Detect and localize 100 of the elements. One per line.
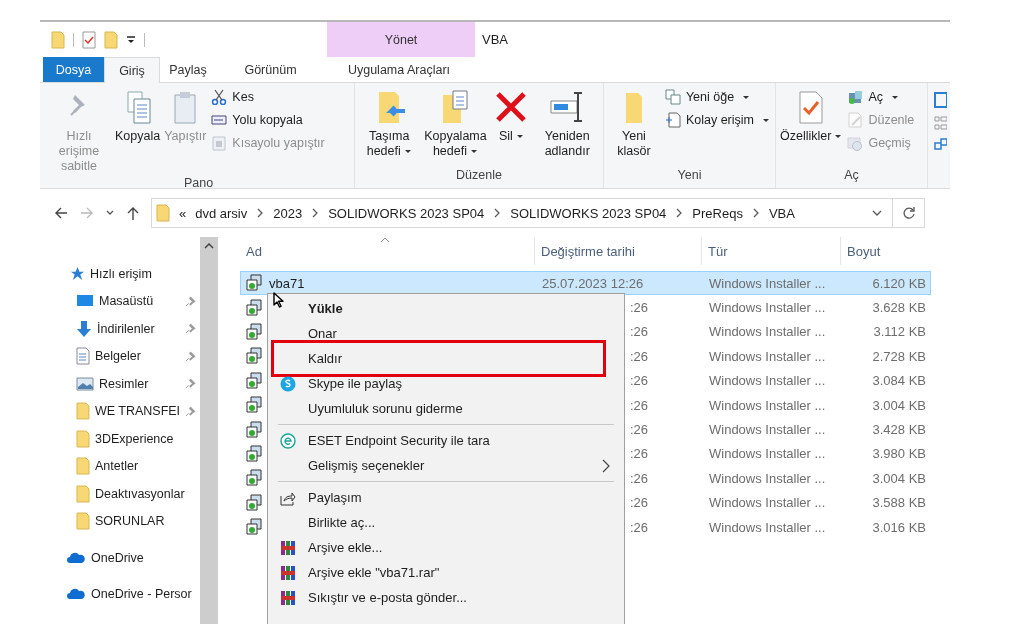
ribbon-tab[interactable]: Paylaş	[160, 57, 216, 82]
selected-file-row[interactable]: vba71 25.07.2023 12:26 Windows Installer ... 6.120 KB	[240, 271, 931, 296]
column-header[interactable]: Değiştirme tarihi	[535, 237, 702, 265]
nav-item[interactable]: Antetler	[95, 459, 200, 474]
breadcrumb[interactable]: dvd arsiv	[195, 205, 248, 221]
cloud-icon	[66, 551, 86, 564]
move-to-button[interactable]: Taşıma hedefi	[357, 87, 422, 161]
size-cell: 3.004 KB	[872, 397, 926, 413]
size-cell: 3.084 KB	[872, 373, 926, 389]
folder-icon	[156, 204, 170, 222]
size-cell: 3.628 KB	[872, 300, 926, 316]
cut-button[interactable]: Kes	[208, 87, 328, 107]
down-arrow-icon	[76, 319, 92, 338]
new-item-icon	[664, 89, 681, 105]
scroll-up-icon[interactable]	[204, 243, 214, 249]
nav-item[interactable]: Hızlı erişim	[90, 266, 152, 281]
new-item-button[interactable]: Yeni öğe	[661, 87, 773, 107]
type-cell: Windows Installer ...	[709, 397, 826, 413]
copy-to-button[interactable]: Kopyalama hedefi	[421, 87, 490, 161]
star-icon	[70, 266, 85, 282]
chevron-right-icon[interactable]	[493, 208, 502, 218]
size-cell: 6.120 KB	[872, 275, 926, 291]
menu-item[interactable]: Kaldır	[271, 340, 606, 377]
menu-item[interactable]: Arşive ekle...	[268, 535, 624, 560]
breadcrumb[interactable]: VBA	[768, 205, 795, 221]
address-bar[interactable]: « dvd arsiv 2023 SOLIDWORKS 2023 SP04 SOLIDWORKS 2023 SP04 PreReqs VBA	[151, 198, 925, 228]
rename-button[interactable]: Yeniden adlandır	[533, 87, 601, 161]
nav-item[interactable]: Resimler	[99, 376, 180, 391]
chevron-right-icon[interactable]	[256, 208, 265, 218]
ribbon-tab[interactable]: Görünüm	[216, 57, 325, 82]
column-header[interactable]: Tür	[702, 237, 841, 265]
type-cell: Windows Installer ...	[709, 470, 826, 486]
date-cell: :26	[630, 300, 649, 316]
nav-item[interactable]: OneDrive - Persor	[91, 587, 192, 602]
menu-item[interactable]: Yükle	[268, 296, 624, 321]
menu-item[interactable]: Birlikte aç...	[268, 510, 624, 535]
date-cell: :26	[630, 446, 649, 462]
open-icon	[847, 89, 864, 105]
installer-icon	[245, 347, 263, 366]
picture-icon	[76, 376, 94, 391]
ribbon-tab[interactable]: Dosya	[43, 57, 104, 82]
date-cell: :26	[630, 422, 649, 438]
customize-caret-icon[interactable]	[126, 34, 136, 45]
installer-icon	[245, 371, 263, 390]
breadcrumb[interactable]: SOLIDWORKS 2023 SP04	[510, 205, 667, 221]
breadcrumb[interactable]: 2023	[273, 205, 303, 221]
easy-access-button[interactable]: Kolay erişim	[661, 110, 773, 130]
open-button[interactable]: Aç	[844, 87, 918, 107]
type-cell: Windows Installer ...	[709, 422, 826, 438]
date-cell: 25.07.2023 12:26	[542, 275, 644, 291]
type-cell: Windows Installer ...	[709, 373, 826, 389]
back-icon[interactable]	[53, 205, 69, 221]
copy-path-button[interactable]: Yolu kopyala	[208, 110, 328, 130]
menu-item[interactable]: Arşive ekle "vba71.rar"	[268, 560, 624, 585]
nav-item[interactable]: WE TRANSFEI	[94, 404, 181, 419]
chevron-right-icon[interactable]	[311, 208, 320, 218]
nav-item[interactable]: Belgeler	[95, 349, 180, 364]
installer-icon	[245, 493, 263, 512]
chevron-right-icon[interactable]	[675, 208, 684, 218]
folder-icon	[76, 429, 90, 448]
menu-item[interactable]: Gelişmiş seçenekler	[268, 453, 624, 478]
column-header[interactable]: Boyut	[841, 237, 931, 265]
group-label: Aç	[843, 168, 860, 184]
refresh-icon[interactable]	[902, 206, 916, 220]
path-icon	[211, 112, 228, 128]
properties-icon[interactable]	[82, 30, 96, 49]
nav-item[interactable]: 3DExperience	[95, 431, 200, 446]
menu-item[interactable]: Uyumluluk sorunu giderme	[268, 396, 624, 421]
nav-item[interactable]: SORUNLAR	[95, 514, 200, 529]
nav-item[interactable]: Masaüstü	[99, 294, 180, 309]
folder-icon	[76, 512, 90, 531]
window-title: VBA	[482, 31, 508, 49]
column-header[interactable]: Ad	[240, 237, 535, 265]
installer-icon	[245, 469, 263, 488]
date-cell: :26	[630, 470, 649, 486]
group-label: Düzenle	[455, 168, 503, 184]
skype-icon	[280, 375, 296, 392]
chevron-right-icon[interactable]	[751, 208, 760, 218]
copy-button[interactable]: Kopyala	[113, 87, 163, 146]
delete-button[interactable]: Sil	[489, 87, 534, 146]
up-arrow-icon[interactable]	[125, 205, 141, 221]
date-cell: :26	[630, 348, 649, 364]
ribbon-tab[interactable]: Giriş	[104, 57, 160, 83]
overflow-crumb[interactable]: «	[179, 205, 187, 221]
breadcrumb[interactable]: SOLIDWORKS 2023 SP04	[328, 205, 485, 221]
installer-icon	[245, 274, 263, 293]
properties-button[interactable]: Özellikler	[778, 87, 845, 146]
nav-item[interactable]: OneDrive	[91, 550, 144, 565]
nav-item[interactable]: Deaktıvasyonlar	[95, 486, 200, 501]
sort-caret-icon	[380, 237, 390, 243]
type-cell: Windows Installer ...	[709, 446, 826, 462]
menu-item[interactable]: ESET Endpoint Security ile tara	[268, 428, 624, 453]
installer-icon	[245, 420, 263, 439]
group-label: Pano	[182, 176, 215, 190]
breadcrumb[interactable]: PreReqs	[692, 205, 743, 221]
menu-item[interactable]: Paylaşım	[268, 485, 624, 510]
nav-item[interactable]: İndirilenler	[97, 321, 180, 336]
new-folder-button[interactable]: Yeni klasör	[606, 87, 662, 161]
menu-item[interactable]: Sıkıştır ve e-posta gönder...	[268, 585, 624, 610]
type-cell: Windows Installer ...	[709, 300, 826, 316]
